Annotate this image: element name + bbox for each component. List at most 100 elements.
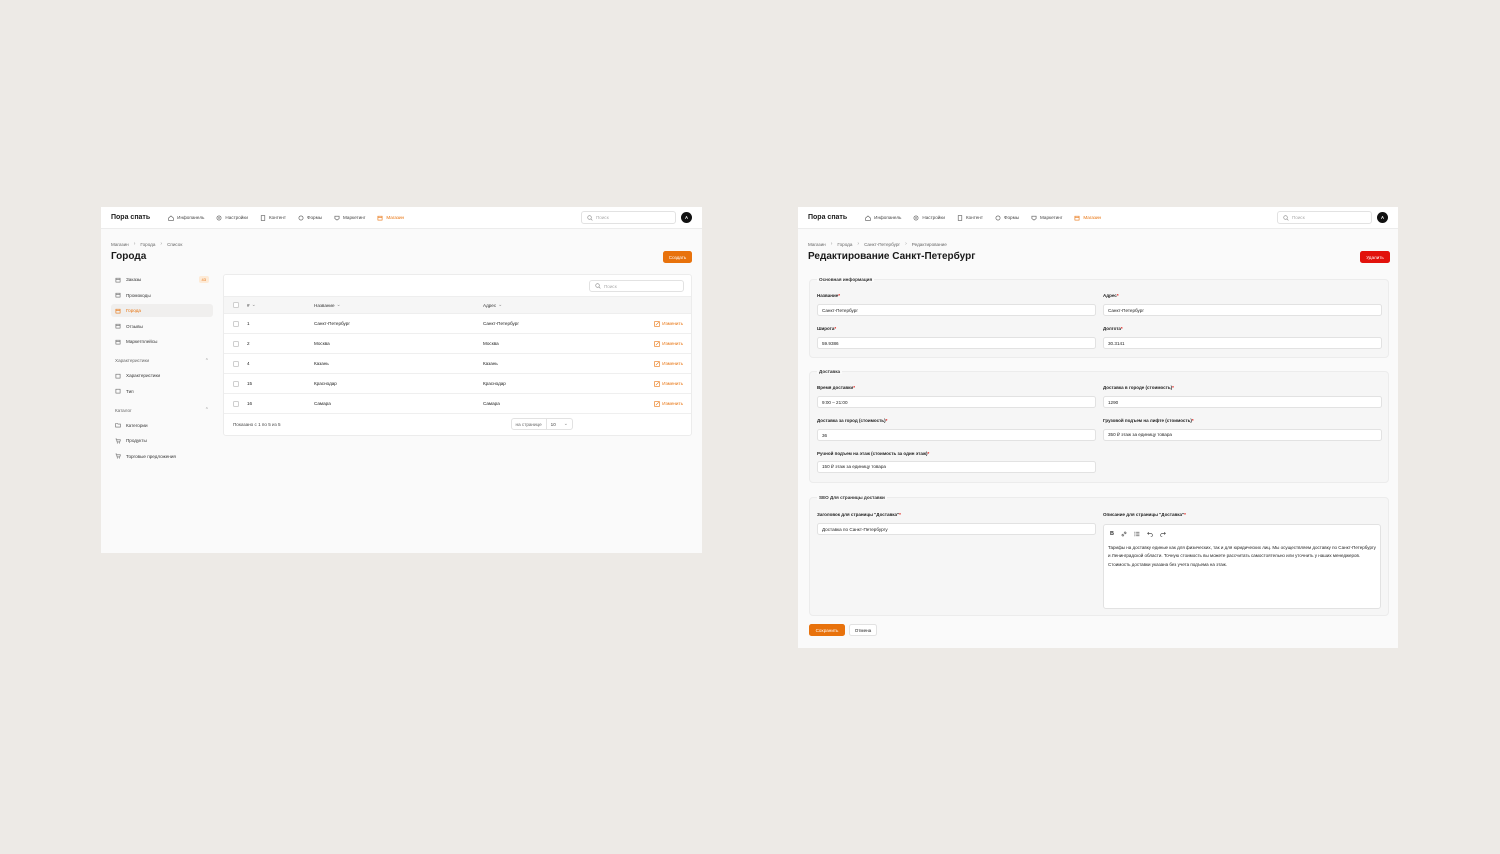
city-delivery-field[interactable] xyxy=(1103,396,1382,408)
nav-label: Формы xyxy=(306,215,323,220)
delivery-time-field[interactable] xyxy=(817,396,1096,408)
link-icon[interactable] xyxy=(1121,531,1127,537)
breadcrumb-item[interactable]: Санкт-Петербург xyxy=(864,242,900,247)
table-search[interactable] xyxy=(589,280,684,292)
sidebar-item-type[interactable]: Тип xyxy=(111,385,213,398)
outside-delivery-label: Доставка за город (стоимость)* xyxy=(817,418,888,423)
delivery-section: Доставка Время доставки* Доставка в горо… xyxy=(809,369,1389,483)
cancel-button[interactable]: Отмена xyxy=(849,624,877,636)
sidebar-item-label: Характеристики xyxy=(126,373,161,378)
brand-logo[interactable]: Пора спать xyxy=(111,214,150,221)
avatar[interactable]: A xyxy=(1377,212,1388,223)
sidebar-item-characteristics[interactable]: Характеристики xyxy=(111,369,213,382)
per-page-select[interactable]: на странице 10 ⌄ xyxy=(510,418,573,430)
table-search-input[interactable] xyxy=(604,283,674,289)
outside-delivery-field[interactable] xyxy=(817,429,1096,441)
sidebar-item-categories[interactable]: Категории xyxy=(111,419,213,432)
breadcrumb-item[interactable]: Города xyxy=(140,242,155,247)
nav-item-forms[interactable]: Формы xyxy=(995,215,1019,221)
edit-link[interactable]: Изменить xyxy=(654,334,683,353)
row-checkbox[interactable] xyxy=(233,394,239,413)
row-checkbox[interactable] xyxy=(233,374,239,393)
nav-label: Инфопанель xyxy=(177,215,205,220)
cell-address: Самара xyxy=(483,401,500,406)
breadcrumb-item[interactable]: Магазин xyxy=(111,242,129,247)
brand-logo[interactable]: Пора спать xyxy=(808,214,847,221)
breadcrumb-item: Редактирование xyxy=(911,241,947,247)
per-page-label: на странице xyxy=(512,419,547,429)
latitude-field[interactable] xyxy=(817,337,1096,349)
select-all-checkbox[interactable] xyxy=(233,297,239,313)
megaphone-icon xyxy=(334,215,340,221)
seo-description-text[interactable]: Тарифы на доставку единые как для физиче… xyxy=(1104,540,1380,569)
nav-item-forms[interactable]: Формы xyxy=(298,215,322,221)
chevron-up-icon: ⌃ xyxy=(204,407,209,413)
nav-item-settings[interactable]: Настройки xyxy=(913,215,945,221)
column-header-address[interactable]: Адрес ⌄ xyxy=(483,297,502,313)
nav-item-dashboard[interactable]: Инфопанель xyxy=(168,215,204,221)
save-button[interactable]: Сохранить xyxy=(809,624,845,636)
sidebar-item-orders[interactable]: Заказы 43 xyxy=(111,273,213,286)
seo-title-field[interactable] xyxy=(817,523,1096,535)
sidebar-section-characteristics[interactable]: Характеристики ⌃ xyxy=(111,354,213,367)
row-checkbox[interactable] xyxy=(233,354,239,373)
sidebar-item-promocodes[interactable]: Промокоды xyxy=(111,289,213,302)
seo-description-editor[interactable]: B Тарифы на доставку единые как для физи… xyxy=(1103,524,1381,609)
cell-address: Санкт-Петербург xyxy=(483,321,520,326)
avatar[interactable]: A xyxy=(681,212,692,223)
global-search[interactable] xyxy=(581,211,676,224)
longitude-field[interactable] xyxy=(1103,337,1382,349)
row-checkbox[interactable] xyxy=(233,314,239,333)
delete-button[interactable]: Удалить xyxy=(1360,251,1390,263)
store-icon xyxy=(115,323,121,329)
global-search-input[interactable] xyxy=(596,215,666,220)
pagination-summary: Показано с 1 по 5 из 5 xyxy=(233,421,281,427)
address-field[interactable] xyxy=(1103,304,1382,316)
lift-field[interactable] xyxy=(1103,429,1382,441)
name-field[interactable] xyxy=(817,304,1096,316)
label-text: Широта xyxy=(817,326,835,331)
sidebar-item-offers[interactable]: Торговые предложения xyxy=(111,450,213,463)
sidebar-item-label: Торговые предложения xyxy=(126,453,176,459)
bold-icon[interactable]: B xyxy=(1110,531,1114,537)
breadcrumb-item[interactable]: Города xyxy=(837,242,852,247)
nav-item-marketing[interactable]: Маркетинг xyxy=(1031,215,1062,221)
sidebar-item-label: Категории xyxy=(126,422,148,428)
manual-lift-field[interactable] xyxy=(817,461,1096,473)
nav-item-settings[interactable]: Настройки xyxy=(216,215,248,221)
nav-label: Контент xyxy=(965,215,983,220)
sidebar-item-cities[interactable]: Города xyxy=(111,304,213,317)
nav-item-store[interactable]: Магазин xyxy=(1074,215,1101,221)
manual-lift-label: Ручной подъем на этаж (стоимость за один… xyxy=(817,451,930,456)
sidebar-section-catalog[interactable]: Каталог ⌃ xyxy=(111,404,213,417)
store-icon xyxy=(115,277,121,283)
bullet-list-icon[interactable] xyxy=(1134,531,1140,537)
cart-icon xyxy=(115,453,121,459)
global-search[interactable] xyxy=(1277,211,1372,224)
edit-link[interactable]: Изменить xyxy=(654,394,683,413)
redo-icon[interactable] xyxy=(1160,531,1166,537)
column-header-id[interactable]: # ⌄ xyxy=(247,297,256,313)
label-text: Название xyxy=(817,293,839,298)
breadcrumb-item[interactable]: Магазин xyxy=(808,242,826,247)
nav-item-store[interactable]: Магазин xyxy=(377,215,404,221)
top-navigation: Пора спать Инфопанель Настройки Контент … xyxy=(798,207,1398,229)
edit-link[interactable]: Изменить xyxy=(654,354,683,373)
edit-link[interactable]: Изменить xyxy=(654,314,683,333)
nav-item-marketing[interactable]: Маркетинг xyxy=(334,215,365,221)
edit-link[interactable]: Изменить xyxy=(654,374,683,393)
column-header-name[interactable]: Название ⌄ xyxy=(314,297,341,313)
sidebar-item-marketplaces[interactable]: Маркетплейсы xyxy=(111,335,213,348)
nav-item-dashboard[interactable]: Инфопанель xyxy=(865,215,901,221)
pencil-icon xyxy=(654,380,660,387)
sidebar-item-products[interactable]: Продукты xyxy=(111,434,213,447)
search-icon xyxy=(1283,214,1289,221)
undo-icon[interactable] xyxy=(1147,531,1153,537)
nav-item-content[interactable]: Контент xyxy=(260,214,286,221)
chevron-right-icon: › xyxy=(133,241,136,247)
create-button[interactable]: Создать xyxy=(663,251,692,263)
nav-item-content[interactable]: Контент xyxy=(957,214,983,221)
sidebar-item-reviews[interactable]: Отзывы xyxy=(111,320,213,333)
global-search-input[interactable] xyxy=(1292,215,1362,220)
row-checkbox[interactable] xyxy=(233,334,239,353)
